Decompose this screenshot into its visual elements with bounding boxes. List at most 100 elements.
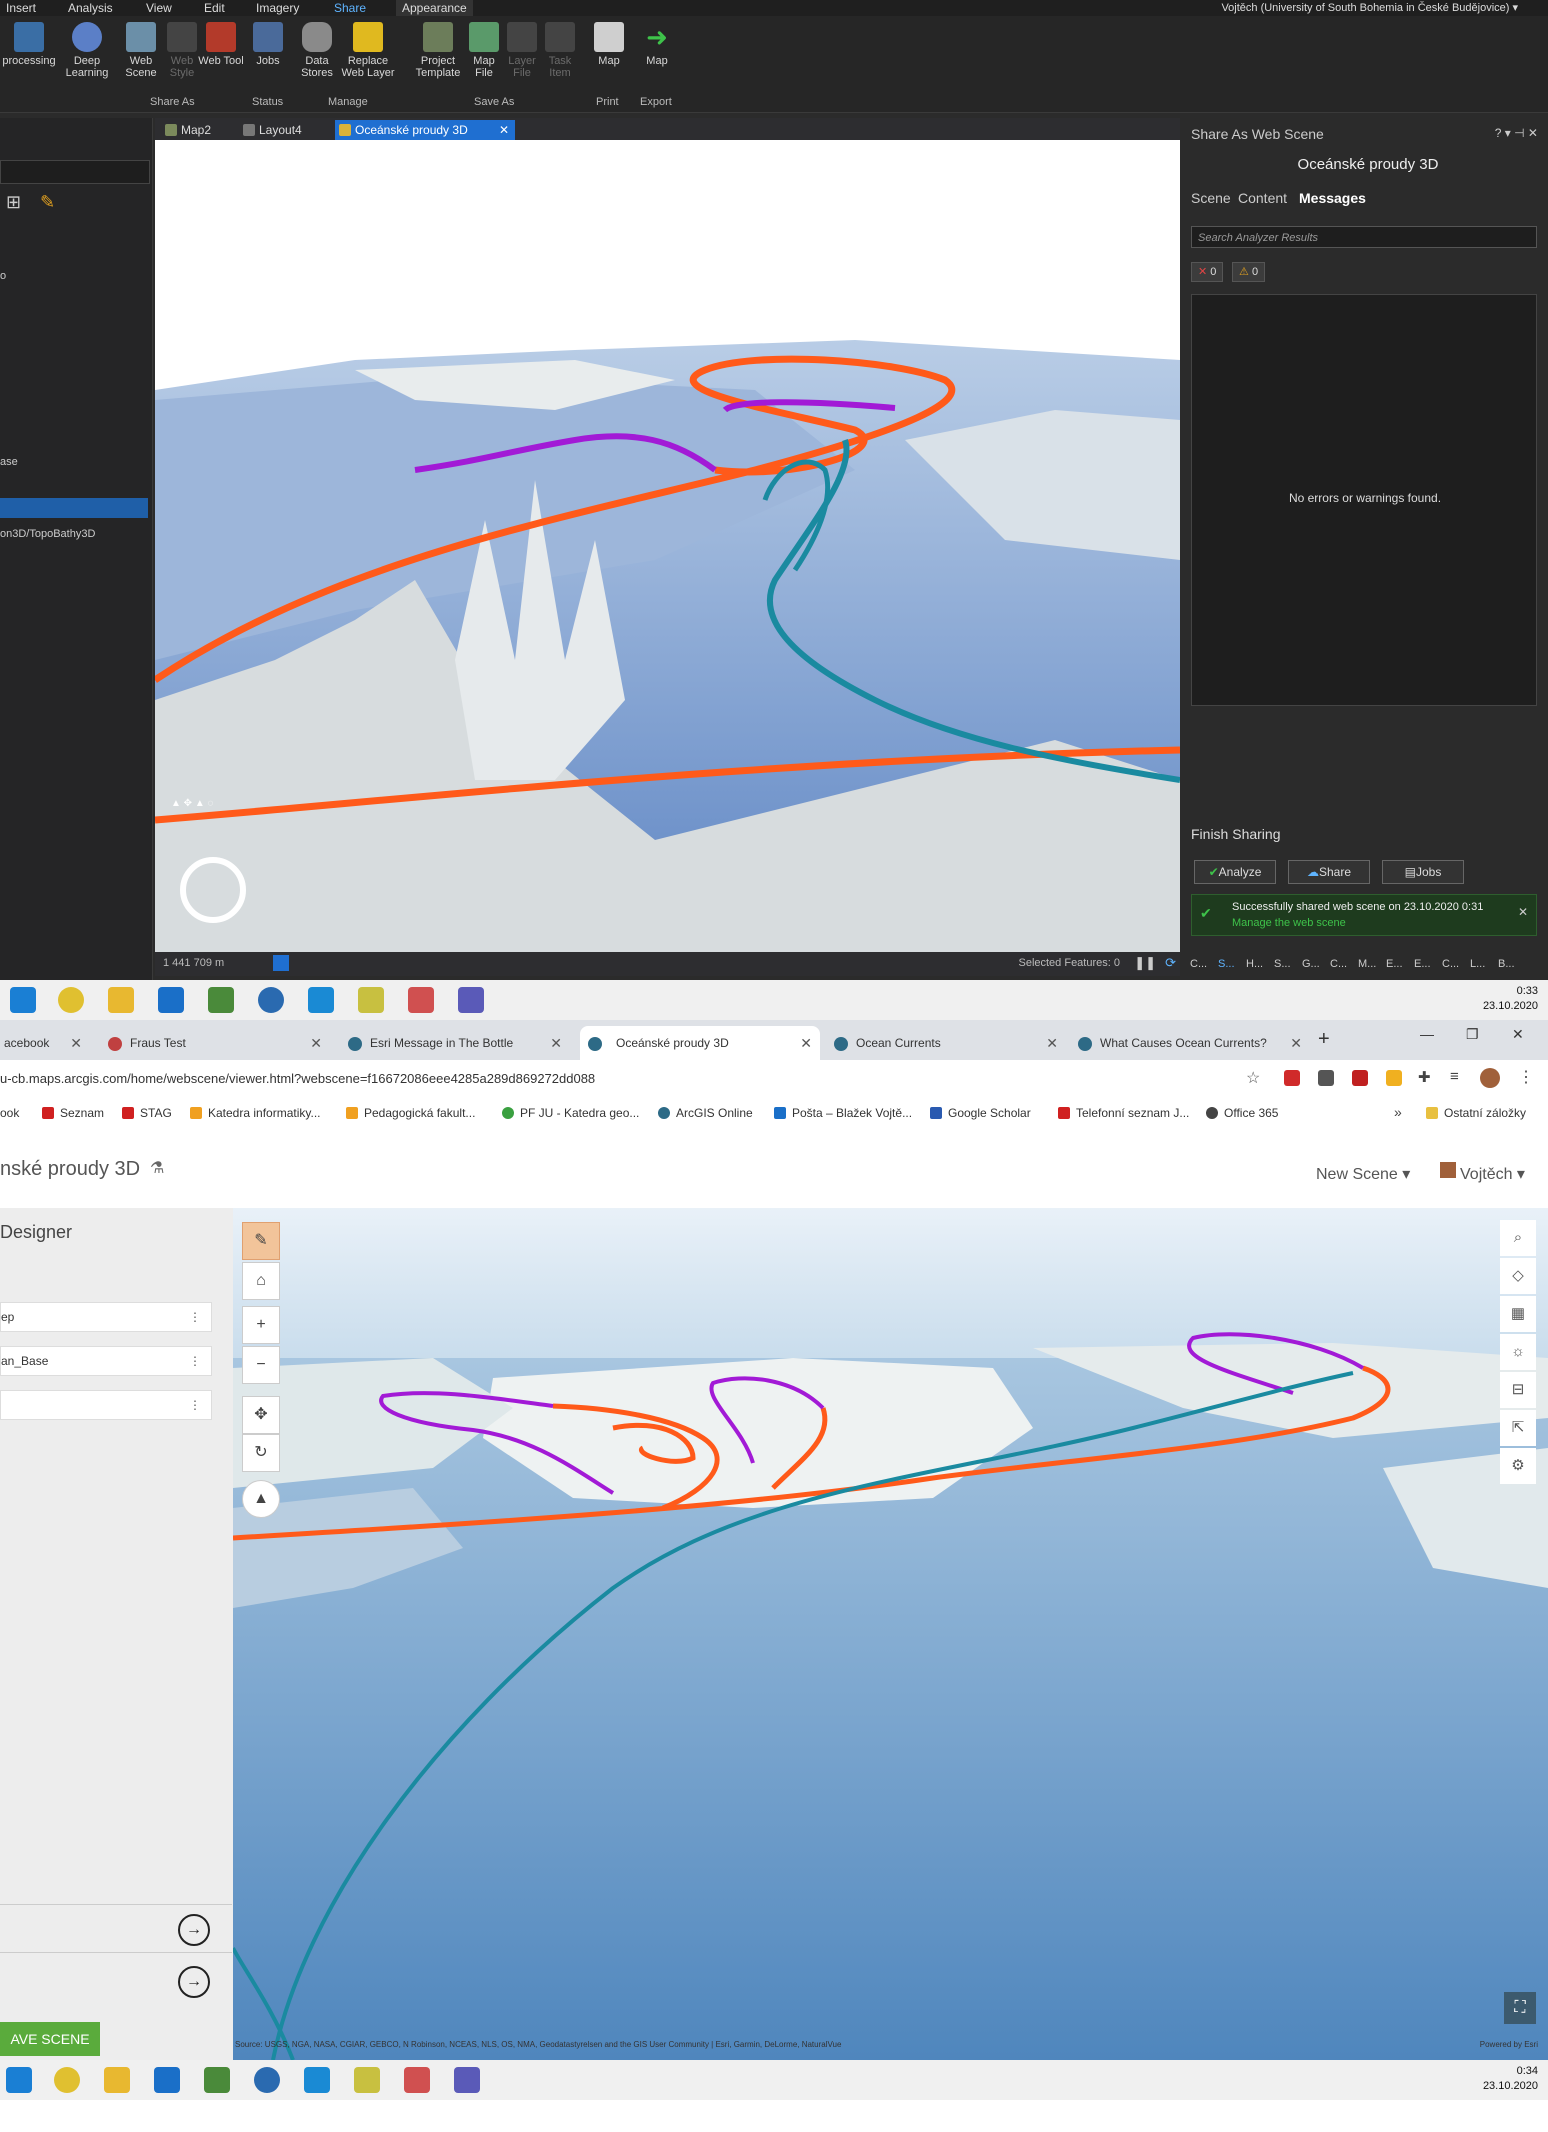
close-tab-icon[interactable]: ✕ [800,1026,812,1060]
extension-icon[interactable] [1386,1070,1402,1086]
tab-analysis[interactable]: Analysis [62,0,119,16]
profile-avatar[interactable] [1480,1068,1500,1088]
settings-icon[interactable]: ⚙ [1500,1448,1536,1484]
edge-icon[interactable] [6,2067,32,2093]
user-avatar[interactable] [1440,1162,1456,1178]
more-bookmarks-icon[interactable]: » [1394,1104,1402,1120]
restore-icon[interactable]: ❐ [1466,1026,1479,1043]
web-scene-button[interactable]: Web Scene [118,22,164,92]
mail-icon[interactable] [154,2067,180,2093]
data-stores-button[interactable]: Data Stores [294,22,340,92]
bookmark[interactable]: Seznam [42,1106,104,1120]
next-step-arrow-icon[interactable]: → [178,1914,210,1946]
minimize-icon[interactable]: — [1420,1026,1434,1042]
browser-tab[interactable]: Ocean Currents ✕ [826,1026,1066,1060]
tab-imagery[interactable]: Imagery [250,0,305,16]
analyze-button[interactable]: ✔Analyze [1194,860,1276,884]
compass-icon[interactable]: ▲ [242,1480,280,1518]
project-template-button[interactable]: Project Template [410,22,466,92]
pan-icon[interactable]: ✥ [242,1396,280,1434]
tab-map2[interactable]: Map2 [161,120,251,140]
chrome-icon[interactable] [58,987,84,1013]
app-icon[interactable] [408,987,434,1013]
share-icon[interactable]: ⇱ [1500,1410,1536,1446]
extension-icon[interactable] [1352,1070,1368,1086]
signed-in-user[interactable]: Vojtěch (University of South Bohemia in … [1221,0,1518,16]
new-scene-dropdown[interactable]: New Scene ▾ [1316,1164,1410,1184]
manage-web-scene-link[interactable]: Manage the web scene [1232,917,1346,929]
close-window-icon[interactable]: ✕ [1512,1026,1524,1043]
jobs-button[interactable]: ▤Jobs [1382,860,1464,884]
bookmark[interactable]: PF JU - Katedra geo... [502,1106,639,1120]
tab-scene[interactable]: Scene [1191,190,1231,206]
powered-by-esri[interactable]: Powered by Esri [1480,2040,1538,2049]
layer-menu-icon[interactable]: ⋮ [189,1391,201,1419]
print-map-button[interactable]: Map [590,22,628,92]
file-explorer-icon[interactable] [108,987,134,1013]
daylight-icon[interactable]: ☼ [1500,1334,1536,1370]
chrome-icon[interactable] [54,2067,80,2093]
pane-controls-icon[interactable]: ? ▾ ⊣ ✕ [1495,126,1538,140]
close-tab-icon[interactable]: ✕ [1046,1026,1058,1060]
pane-tab[interactable]: S... [1218,958,1235,970]
rotate-icon[interactable]: ↻ [242,1434,280,1472]
layer-row[interactable]: ⋮ [0,1390,212,1420]
browser-tab[interactable]: acebook ✕ [0,1026,90,1060]
tab-insert[interactable]: Insert [0,0,42,16]
tab-view[interactable]: View [140,0,178,16]
app-icon[interactable] [304,2067,330,2093]
tab-messages[interactable]: Messages [1299,190,1366,206]
close-tab-icon[interactable]: ✕ [1290,1026,1302,1060]
basemap-gallery-icon[interactable]: ▦ [1500,1296,1536,1332]
arcmap-icon[interactable] [204,2067,230,2093]
zoom-in-icon[interactable]: + [242,1306,280,1344]
close-tab-icon[interactable]: ✕ [499,120,509,140]
user-menu[interactable]: Vojtěch ▾ [1460,1164,1525,1184]
bookmark[interactable]: Telefonní seznam J... [1058,1106,1189,1120]
refresh-icon[interactable]: ⟳ [1165,955,1176,971]
contents-search-input[interactable] [0,160,150,184]
add-layer-icon[interactable]: ⊞ [6,192,28,214]
tab-appearance[interactable]: Appearance [396,0,473,16]
close-tab-icon[interactable]: ✕ [310,1026,322,1060]
arcgis-pro-icon[interactable] [254,2067,280,2093]
close-tab-icon[interactable]: ✕ [550,1026,562,1060]
file-explorer-icon[interactable] [104,2067,130,2093]
bookmark-star-icon[interactable]: ☆ [1246,1068,1260,1088]
pane-tab[interactable]: G... [1302,958,1320,970]
menu-kebab-icon[interactable]: ⋮ [1518,1067,1534,1087]
bookmark[interactable]: Office 365 [1206,1106,1278,1120]
extension-icon[interactable] [1318,1070,1334,1086]
share-button[interactable]: ☁Share [1288,860,1370,884]
contents-item[interactable]: o [0,270,6,282]
snapping-icon[interactable] [273,955,289,971]
replace-web-layer-button[interactable]: Replace Web Layer [340,22,396,92]
new-tab-icon[interactable]: + [1318,1028,1330,1051]
edit-pencil-icon[interactable]: ✎ [242,1222,280,1260]
pause-icon[interactable]: ❚❚ [1134,955,1156,971]
errors-badge[interactable]: ✕ 0 [1191,262,1224,282]
bookmark[interactable]: STAG [122,1106,172,1120]
pane-tab[interactable]: L... [1470,958,1485,970]
mail-icon[interactable] [158,987,184,1013]
pane-tab[interactable]: H... [1246,958,1263,970]
search-icon[interactable]: ⌕ [1500,1220,1536,1256]
bookmark[interactable]: Pošta – Blažek Vojtě... [774,1106,912,1120]
pane-tab[interactable]: C... [1442,958,1459,970]
bookmark[interactable]: ook [0,1106,19,1120]
contents-item[interactable]: ase [0,456,18,468]
layer-menu-icon[interactable]: ⋮ [189,1303,201,1331]
pane-tab[interactable]: B... [1498,958,1515,970]
web-scene-map[interactable]: Source: USGS, NGA, NASA, CGIAR, GEBCO, N… [233,1208,1548,2060]
fullscreen-icon[interactable]: ⛶ [1504,1992,1536,2024]
pane-tab[interactable]: M... [1358,958,1376,970]
jobs-button[interactable]: Jobs [246,22,290,92]
bookmark[interactable]: Google Scholar [930,1106,1031,1120]
deep-learning-button[interactable]: Deep Learning [62,22,112,92]
other-bookmarks[interactable]: Ostatní záložky [1426,1106,1526,1120]
extensions-puzzle-icon[interactable]: ✚ [1418,1068,1431,1086]
export-map-button[interactable]: ➜ Map [638,22,676,92]
dismiss-icon[interactable]: ✕ [1518,905,1528,919]
app-icon[interactable] [358,987,384,1013]
tab-oceanske-proudy-3d[interactable]: Oceánské proudy 3D ✕ [335,120,515,140]
